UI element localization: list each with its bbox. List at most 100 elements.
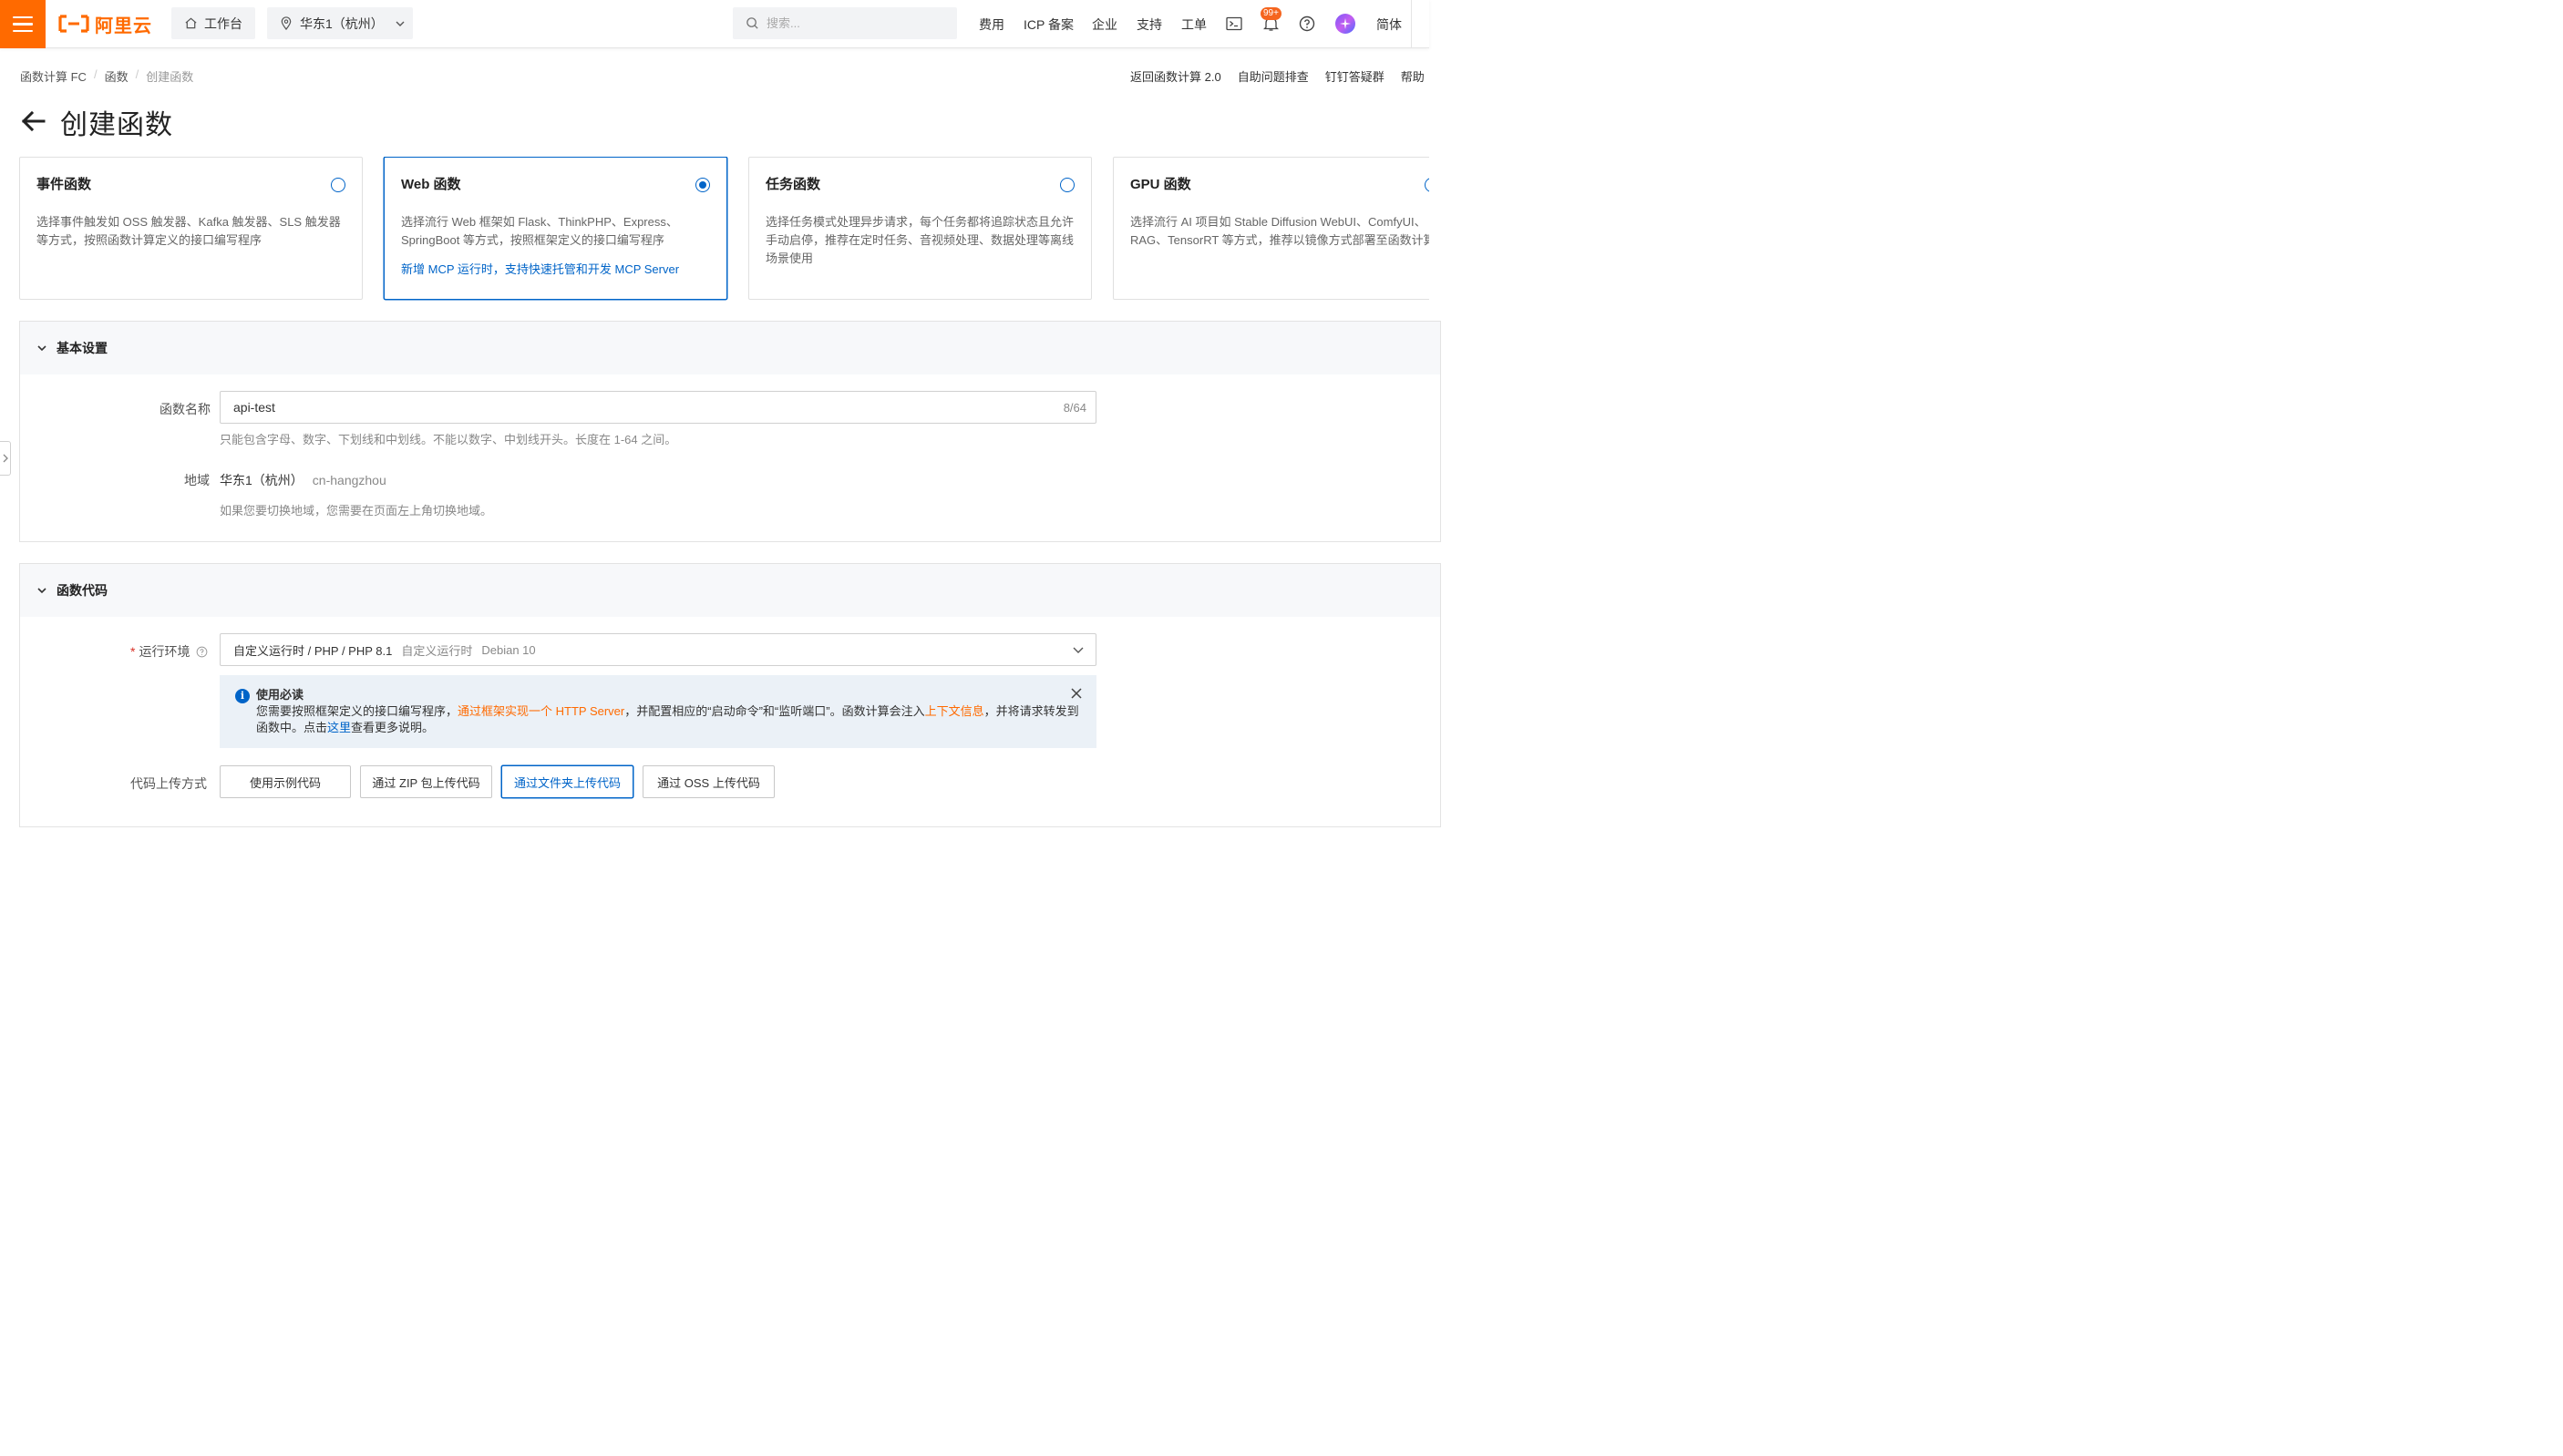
- function-name-input[interactable]: api-test 8/64: [220, 391, 1096, 424]
- section-title: 基本设置: [57, 341, 108, 355]
- location-pin-icon: [281, 16, 292, 30]
- upload-oss-button[interactable]: 通过 OSS 上传代码: [643, 765, 775, 798]
- breadcrumb-separator: /: [135, 67, 139, 81]
- upload-folder-button[interactable]: 通过文件夹上传代码: [501, 765, 633, 798]
- upload-method-label: 代码上传方式: [130, 776, 207, 791]
- global-search[interactable]: [733, 7, 957, 39]
- region-selector-label: 华东1（杭州）: [300, 15, 384, 31]
- help-links: 返回函数计算 2.0 自助问题排查 钉钉答疑群 帮助: [1130, 67, 1425, 85]
- card-title: GPU 函数: [1130, 177, 1191, 192]
- back-to-fc2-link[interactable]: 返回函数计算 2.0: [1130, 67, 1221, 85]
- card-description: 选择任务模式处理异步请求，每个任务都将追踪状态且允许手动启停，推荐在定时任务、音…: [766, 215, 1075, 265]
- function-name-hint: 只能包含字母、数字、下划线和中划线。不能以数字、中划线开头。长度在 1-64 之…: [220, 433, 677, 446]
- card-web-function[interactable]: Web 函数 选择流行 Web 框架如 Flask、ThinkPHP、Expre…: [384, 157, 727, 300]
- upload-sample-code-button[interactable]: 使用示例代码: [220, 765, 351, 798]
- notice-text: 您需要按照框架定义的接口编写程序，: [256, 704, 458, 718]
- card-gpu-function[interactable]: GPU 函数 选择流行 AI 项目如 Stable Diffusion WebU…: [1113, 157, 1429, 300]
- topbar-divider: [1411, 0, 1412, 48]
- card-event-function[interactable]: 事件函数 选择事件触发如 OSS 触发器、Kafka 触发器、SLS 触发器等方…: [19, 157, 363, 300]
- runtime-select[interactable]: 自定义运行时 / PHP / PHP 8.1 自定义运行时 Debian 10: [220, 633, 1096, 666]
- notice-text: 查看更多说明。: [351, 721, 435, 734]
- card-description: 选择流行 Web 框架如 Flask、ThinkPHP、Express、Spri…: [401, 215, 678, 247]
- aliyun-logo-mark-icon: [58, 15, 89, 33]
- search-input[interactable]: [767, 16, 940, 30]
- card-task-function[interactable]: 任务函数 选择任务模式处理异步请求，每个任务都将追踪状态且允许手动启停，推荐在定…: [748, 157, 1092, 300]
- icp-filing-link[interactable]: ICP 备案: [1024, 15, 1074, 34]
- chevron-down-icon: [37, 588, 46, 594]
- region-code: cn-hangzhou: [312, 473, 386, 487]
- help-link[interactable]: 帮助: [1401, 67, 1425, 85]
- runtime-os: Debian 10: [481, 642, 536, 657]
- help-question-icon[interactable]: [1297, 14, 1317, 34]
- dingtalk-group-link[interactable]: 钉钉答疑群: [1325, 67, 1384, 85]
- notice-text: ，并配置相应的“启动命令”和“监听端口”。函数计算会注入: [624, 704, 925, 718]
- help-circle-icon[interactable]: [196, 646, 208, 658]
- runtime-type: 自定义运行时: [401, 643, 473, 658]
- more-info-link[interactable]: 这里: [327, 721, 351, 734]
- function-name-value: api-test: [233, 400, 275, 415]
- enterprise-link[interactable]: 企业: [1092, 15, 1117, 34]
- chevron-down-icon: [37, 345, 46, 352]
- sidebar-expand-tab[interactable]: [0, 441, 11, 476]
- basic-settings-section: 基本设置 函数名称 api-test 8/64 只能包含字母、数字、下划线和中划…: [19, 321, 1441, 542]
- back-arrow-icon[interactable]: [19, 108, 46, 135]
- aliyun-logo[interactable]: 阿里云: [58, 11, 152, 36]
- chevron-down-icon: [1073, 647, 1084, 653]
- region-hint: 如果您要切换地域，您需要在页面左上角切换地域。: [220, 504, 493, 518]
- notification-count-badge: 99+: [1261, 7, 1282, 20]
- upload-method-group: 使用示例代码 通过 ZIP 包上传代码 通过文件夹上传代码 通过 OSS 上传代…: [220, 765, 775, 798]
- card-title: 任务函数: [766, 177, 821, 192]
- workbench-label: 工作台: [204, 15, 242, 31]
- region-selector[interactable]: 华东1（杭州）: [267, 7, 413, 39]
- breadcrumb-separator: /: [93, 67, 98, 81]
- self-help-troubleshoot-link[interactable]: 自助问题排查: [1238, 67, 1309, 85]
- breadcrumb-item-current: 创建函数: [146, 70, 194, 84]
- card-title: 事件函数: [36, 177, 92, 192]
- card-description: 选择事件触发如 OSS 触发器、Kafka 触发器、SLS 触发器等方式，按照函…: [36, 215, 341, 247]
- top-navigation-bar: 阿里云 工作台 华东1（杭州） 费用 ICP 备案 企业 支持 工单 99+ 简…: [0, 0, 1429, 48]
- user-avatar[interactable]: [1335, 14, 1355, 34]
- required-mark: *: [130, 644, 136, 659]
- fees-link[interactable]: 费用: [979, 15, 1004, 34]
- upload-zip-button[interactable]: 通过 ZIP 包上传代码: [360, 765, 492, 798]
- terminal-icon[interactable]: [1224, 14, 1244, 34]
- support-link[interactable]: 支持: [1137, 15, 1162, 34]
- breadcrumb-item-fc[interactable]: 函数计算 FC: [20, 67, 87, 85]
- notice-body: 您需要按照框架定义的接口编写程序，通过框架实现一个 HTTP Server，并配…: [256, 703, 1080, 736]
- language-switch[interactable]: 简体: [1376, 15, 1402, 34]
- card-radio-selected[interactable]: [695, 178, 710, 192]
- hamburger-menu-icon[interactable]: [0, 0, 46, 48]
- card-radio[interactable]: [331, 178, 345, 192]
- workbench-button[interactable]: 工作台: [171, 7, 255, 39]
- ticket-link[interactable]: 工单: [1181, 15, 1207, 34]
- page-title: 创建函数: [60, 110, 173, 140]
- region-name: 华东1（杭州）: [220, 473, 304, 487]
- region-label: 地域: [184, 473, 210, 487]
- chevron-down-icon: [396, 21, 405, 26]
- card-title: Web 函数: [401, 177, 461, 192]
- context-info-link[interactable]: 上下文信息: [925, 704, 984, 718]
- card-mcp-note: 新增 MCP 运行时，支持快速托管和开发 MCP Server: [401, 262, 680, 276]
- card-radio[interactable]: [1060, 178, 1075, 192]
- usage-notice: i 使用必读 您需要按照框架定义的接口编写程序，通过框架实现一个 HTTP Se…: [220, 675, 1096, 748]
- function-name-label: 函数名称: [160, 402, 211, 416]
- close-icon[interactable]: [1069, 686, 1084, 701]
- section-title: 函数代码: [57, 583, 108, 598]
- region-value: 华东1（杭州） cn-hangzhou: [220, 471, 386, 489]
- basic-settings-header[interactable]: 基本设置: [20, 322, 1440, 374]
- info-icon: i: [235, 689, 250, 703]
- breadcrumb: 函数计算 FC / 函数 / 创建函数: [20, 67, 193, 85]
- char-counter: 8/64: [1063, 400, 1086, 415]
- function-type-cards: 事件函数 选择事件触发如 OSS 触发器、Kafka 触发器、SLS 触发器等方…: [0, 157, 1429, 301]
- sparkle-avatar-icon: [1340, 18, 1351, 29]
- notice-title: 使用必读: [256, 688, 304, 702]
- logo-text: 阿里云: [95, 15, 152, 36]
- runtime-label: * 运行环境: [130, 642, 208, 661]
- function-code-header[interactable]: 函数代码: [20, 564, 1440, 617]
- http-server-link[interactable]: 通过框架实现一个 HTTP Server: [458, 704, 624, 718]
- home-icon: [185, 17, 197, 29]
- breadcrumb-item-functions[interactable]: 函数: [105, 67, 129, 85]
- card-description: 选择流行 AI 项目如 Stable Diffusion WebUI、Comfy…: [1130, 215, 1429, 247]
- chevron-right-icon: [3, 454, 8, 463]
- function-code-section: 函数代码 * 运行环境 自定义运行时 / PHP / PHP 8.1 自定义运行…: [19, 563, 1441, 827]
